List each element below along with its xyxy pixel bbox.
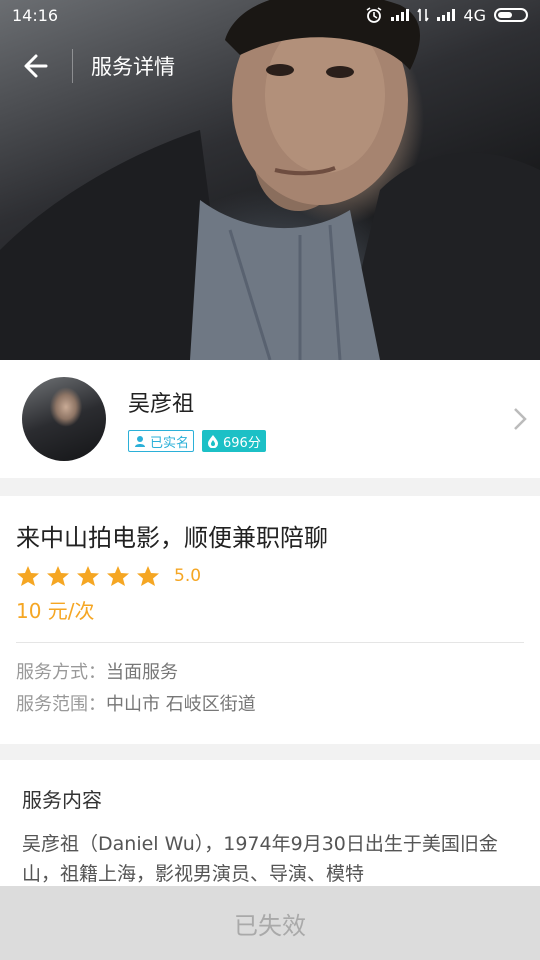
- profile-chevron[interactable]: [500, 407, 540, 431]
- status-bar: 14:16 4G: [0, 0, 540, 30]
- expired-button[interactable]: 已失效: [0, 886, 540, 960]
- service-card: 来中山拍电影，顺便兼职陪聊 5.0 10 元/次 服务方式：当面服务 服务范围：…: [0, 496, 540, 744]
- service-method-label: 服务方式：: [16, 662, 106, 683]
- service-title: 来中山拍电影，顺便兼职陪聊: [16, 524, 328, 552]
- rating-stars: [16, 565, 160, 587]
- star-icon: [17, 566, 39, 586]
- status-time: 14:16: [12, 5, 59, 25]
- service-range-label: 服务范围：: [16, 694, 106, 715]
- verified-badge: 已实名: [128, 430, 195, 452]
- service-range-value: 中山市 石岐区街道: [106, 694, 256, 715]
- data-transfer-icon: [417, 8, 430, 22]
- hero-photo: 14:16 4G 服务详情: [0, 0, 540, 360]
- service-price: 10 元/次: [16, 599, 95, 623]
- score-label: 696分: [223, 435, 261, 451]
- badges: 已实名 696分: [128, 430, 500, 452]
- battery-icon: [494, 8, 528, 22]
- nav-divider: [72, 49, 73, 83]
- signal-icon-2: [437, 9, 456, 21]
- alarm-icon: [366, 7, 382, 23]
- top-navigation: 服务详情: [0, 30, 540, 102]
- star-icon: [47, 566, 69, 586]
- content-heading: 服务内容: [22, 788, 102, 812]
- provider-profile-row[interactable]: 吴彦祖 已实名 696分: [0, 360, 540, 478]
- content-body: 吴彦祖（Daniel Wu），1974年9月30日出生于美国旧金山，祖籍上海，影…: [22, 833, 498, 885]
- avatar[interactable]: [22, 377, 106, 461]
- provider-name: 吴彦祖: [128, 392, 195, 417]
- page-title: 服务详情: [91, 55, 175, 79]
- star-icon: [137, 566, 159, 586]
- credit-score-badge: 696分: [202, 430, 266, 452]
- network-type: 4G: [463, 5, 486, 25]
- verified-label: 已实名: [150, 435, 190, 451]
- back-button[interactable]: [0, 30, 72, 102]
- service-range-row: 服务范围：中山市 石岐区街道: [16, 689, 524, 721]
- service-meta: 服务方式：当面服务 服务范围：中山市 石岐区街道: [16, 657, 524, 721]
- expired-label: 已失效: [234, 911, 306, 940]
- star-icon: [77, 566, 99, 586]
- star-icon: [107, 566, 129, 586]
- service-divider: [16, 642, 524, 643]
- chevron-right-icon: [514, 408, 527, 430]
- service-method-value: 当面服务: [106, 662, 178, 683]
- profile-info: 吴彦祖 已实名 696分: [128, 386, 500, 452]
- back-arrow-icon: [24, 54, 48, 78]
- service-method-row: 服务方式：当面服务: [16, 657, 524, 689]
- id-card-icon: [135, 436, 145, 447]
- rating-value: 5.0: [174, 566, 202, 586]
- rating-row: 5.0: [16, 565, 524, 587]
- signal-icon: [391, 9, 410, 21]
- drop-icon: [208, 435, 219, 448]
